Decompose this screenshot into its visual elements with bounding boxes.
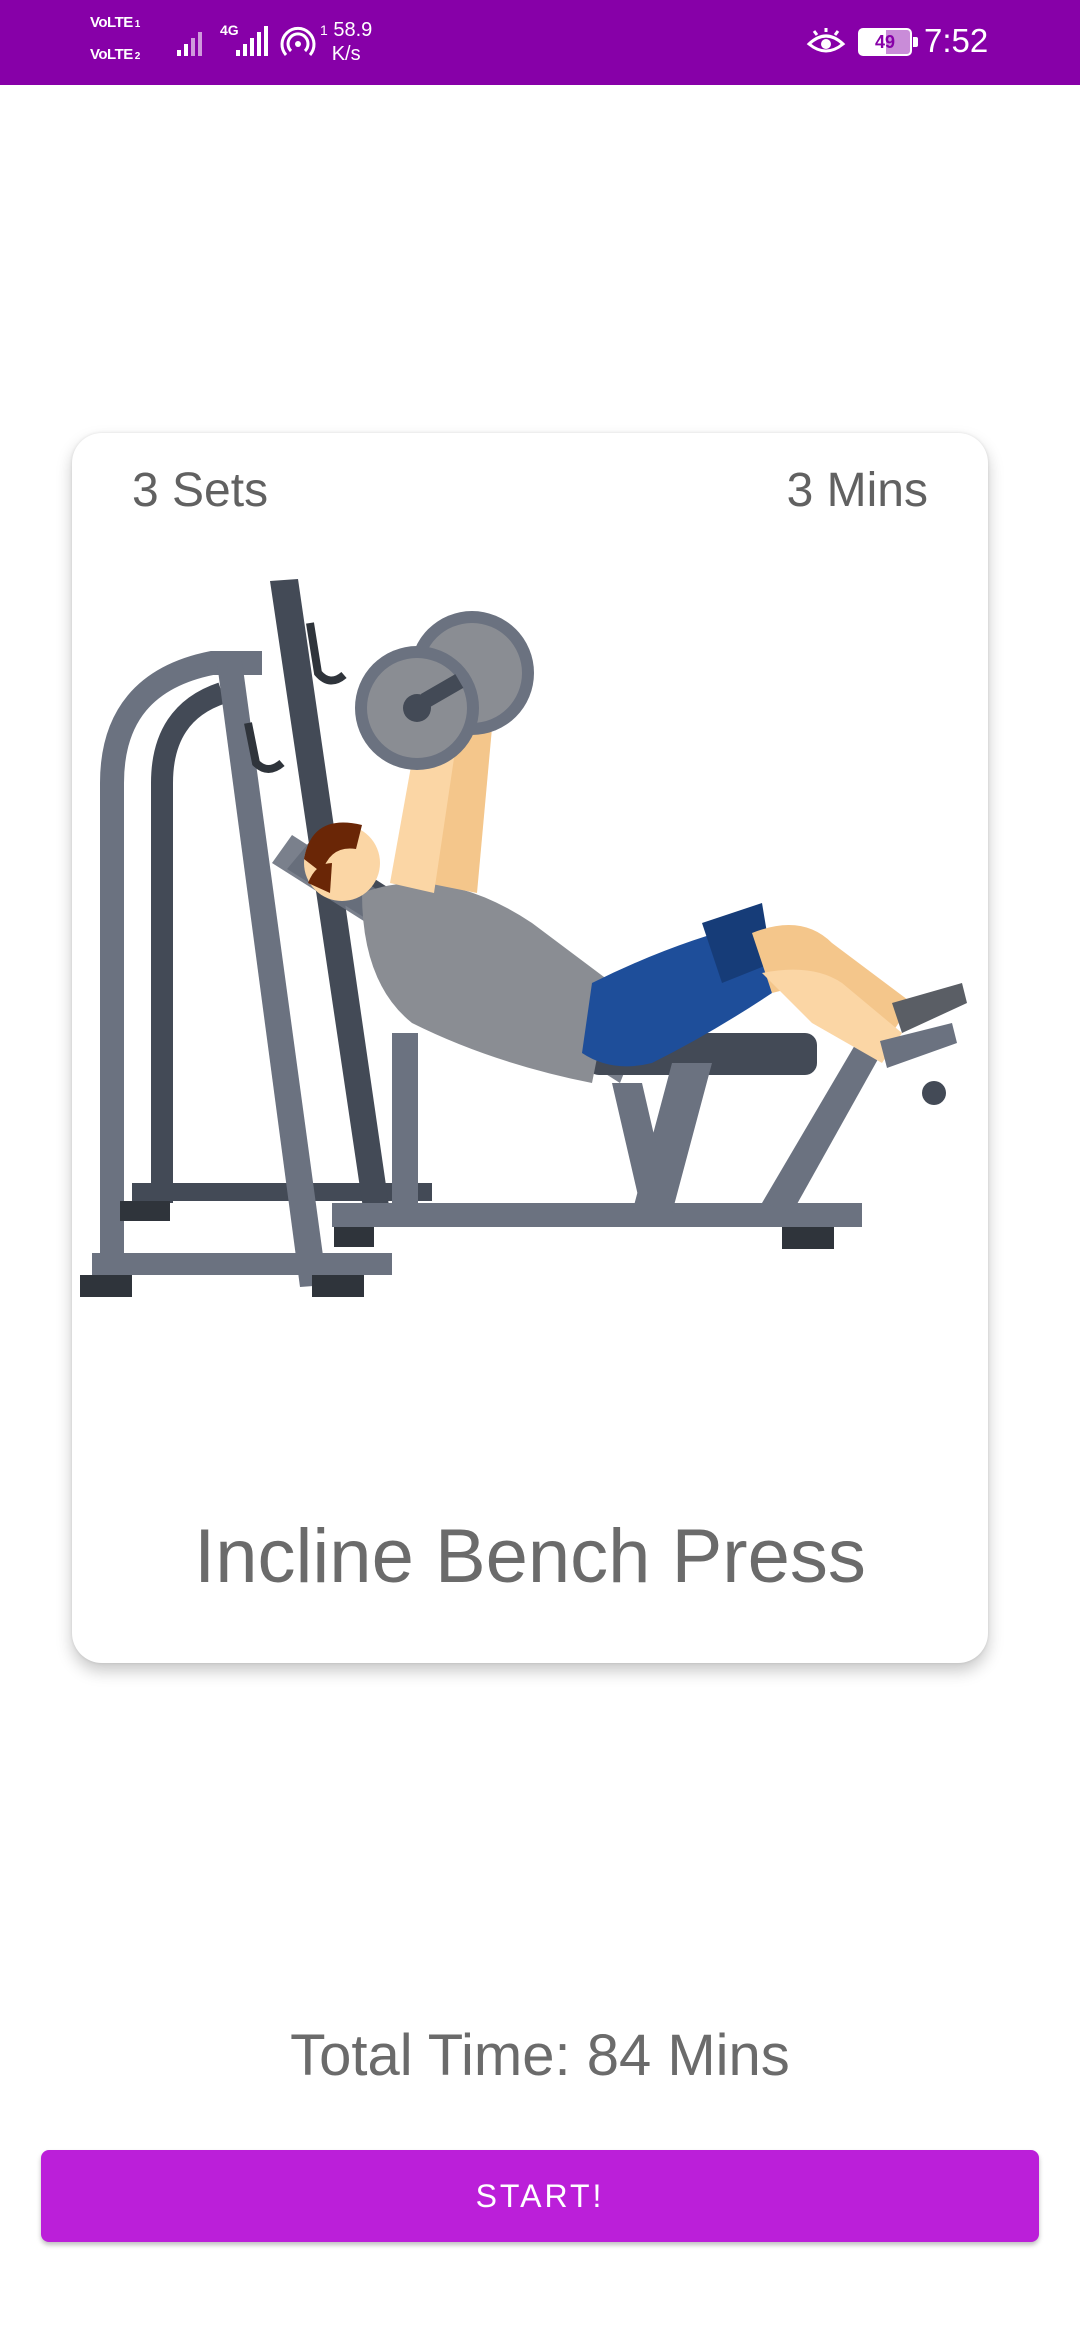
incline-bench-press-illustration-icon: [80, 579, 967, 1297]
volte-1-badge: VoLTE 1: [90, 14, 140, 31]
exercise-title: Incline Bench Press: [194, 1514, 866, 1599]
total-time: Total Time: 84 Mins: [290, 2023, 790, 2088]
exercise-sets: 3 Sets: [132, 464, 269, 517]
eye-comfort-icon: [806, 28, 846, 53]
start-button[interactable]: START!: [41, 2150, 1039, 2242]
screen: VoLTE 1 VoLTE 2 4G 1 58.9 K/s 49 7:52 3 …: [0, 0, 1080, 2340]
volte-indicators: VoLTE 1 VoLTE 2: [90, 14, 150, 78]
battery-icon: 49: [858, 28, 918, 56]
clock: 7:52: [924, 22, 989, 59]
exercise-card[interactable]: 3 Sets 3 Mins Incline Bench Press: [72, 433, 988, 1663]
hotspot-icon: [280, 26, 316, 56]
signal-1-icon: [177, 32, 202, 56]
signal-2-icon: [236, 26, 268, 56]
status-bar: VoLTE 1 VoLTE 2 4G 1 58.9 K/s 49 7:52: [0, 0, 1080, 85]
volte-2-badge: VoLTE 2: [90, 46, 140, 63]
exercise-duration: 3 Mins: [786, 464, 928, 517]
network-speed: 1 58.9 K/s: [320, 19, 373, 65]
